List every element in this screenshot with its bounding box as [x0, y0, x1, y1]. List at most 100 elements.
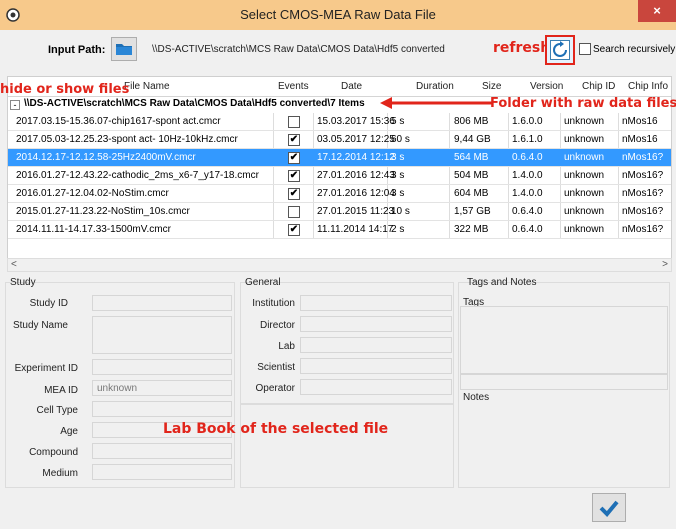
window-title: Select CMOS-MEA Raw Data File: [240, 7, 436, 22]
cell-version: 1.6.0.0: [512, 116, 543, 127]
cell-chip-id: unknown: [564, 116, 605, 127]
horizontal-scrollbar[interactable]: < >: [7, 258, 672, 272]
cell-date: 27.01.2016 12:04: [317, 188, 395, 199]
refresh-button[interactable]: [545, 35, 575, 65]
scientist-field[interactable]: [300, 358, 452, 374]
compound-field[interactable]: [92, 443, 232, 459]
cell-date: 27.01.2016 12:43: [317, 170, 395, 181]
lab-label: Lab: [278, 341, 295, 352]
cell-date: 11.11.2014 14:17: [317, 224, 394, 235]
table-row[interactable]: 2014.12.17-12.12.58-25Hz2400mV.cmcr 17.12…: [8, 149, 671, 167]
column-header-duration[interactable]: Duration: [416, 81, 454, 92]
cell-duration: 60 s: [391, 134, 410, 145]
column-header-date[interactable]: Date: [341, 81, 362, 92]
lab-field[interactable]: [300, 337, 452, 353]
cell-chip-info: nMos16?: [622, 152, 664, 163]
column-header-chip-id[interactable]: Chip ID: [582, 81, 615, 92]
study-id-label: Study ID: [29, 298, 68, 309]
cell-name: 2015.01.27-11.23.22-NoStim_10s.cmcr: [16, 206, 190, 217]
compound-label: Compound: [29, 447, 78, 458]
cell-size: 604 MB: [454, 188, 489, 199]
events-checkbox[interactable]: ✔: [288, 134, 300, 146]
folder-arrow-icon: [380, 97, 492, 109]
notes-field[interactable]: [460, 374, 668, 390]
experiment-id-field[interactable]: [92, 359, 232, 375]
column-header-version[interactable]: Version: [530, 81, 563, 92]
cell-name: 2014.11.11-14.17.33-1500mV.cmcr: [16, 224, 171, 235]
cell-chip-info: nMos16: [622, 116, 658, 127]
table-row[interactable]: 2016.01.27-12.04.02-NoStim.cmcr 27.01.201…: [8, 185, 671, 203]
input-path-value: \\DS-ACTIVE\scratch\MCS Raw Data\CMOS Da…: [152, 44, 445, 55]
cell-chip-info: nMos16?: [622, 224, 664, 235]
cell-size: 564 MB: [454, 152, 489, 163]
scroll-left-icon[interactable]: <: [11, 259, 17, 270]
director-label: Director: [259, 320, 295, 331]
cell-duration: 5 s: [391, 116, 405, 127]
general-lower-area: [240, 404, 454, 488]
column-header-file-name[interactable]: File Name: [124, 81, 170, 92]
title-bar: Select CMOS-MEA Raw Data File ×: [0, 0, 676, 30]
cell-name: 2016.01.27-12.04.02-NoStim.cmcr: [16, 188, 169, 199]
cell-chip-info: nMos16?: [622, 170, 664, 181]
browse-folder-button[interactable]: [111, 37, 137, 61]
director-field[interactable]: [300, 316, 452, 332]
cell-size: 322 MB: [454, 224, 489, 235]
cell-duration: 3 s: [391, 152, 405, 163]
cell-date: 03.05.2017 12:25: [317, 134, 395, 145]
tags-notes-title: Tags and Notes: [467, 277, 537, 288]
ok-button[interactable]: [592, 493, 626, 522]
table-row[interactable]: 2015.01.27-11.23.22-NoStim_10s.cmcr 27.01…: [8, 203, 671, 221]
close-button[interactable]: ×: [638, 0, 676, 22]
cell-chip-info: nMos16?: [622, 188, 664, 199]
study-group-title: Study: [10, 277, 36, 288]
cell-name: 2017.03.15-15.36.07-chip1617-spont act.c…: [16, 116, 221, 127]
tags-field[interactable]: [460, 306, 668, 374]
refresh-icon: [553, 41, 567, 57]
search-recursively-checkbox[interactable]: [579, 43, 591, 55]
events-checkbox[interactable]: ✔: [288, 188, 300, 200]
scroll-right-icon[interactable]: >: [662, 259, 668, 270]
cell-type-field[interactable]: [92, 401, 232, 417]
institution-field[interactable]: [300, 295, 452, 311]
medium-label: Medium: [42, 468, 78, 479]
column-header-size[interactable]: Size: [482, 81, 501, 92]
cell-version: 0.6.4.0: [512, 152, 543, 163]
table-row[interactable]: 2016.01.27-12.43.22-cathodic_2ms_x6-7_y1…: [8, 167, 671, 185]
cell-name: 2017.05.03-12.25.23-spont act- 10Hz-10kH…: [16, 134, 238, 145]
cell-chip-info: nMos16?: [622, 206, 664, 217]
column-header-events[interactable]: Events: [278, 81, 309, 92]
cell-chip-id: unknown: [564, 224, 605, 235]
events-checkbox[interactable]: ✔: [288, 170, 300, 182]
general-group-title: General: [245, 277, 281, 288]
cell-name: 2016.01.27-12.43.22-cathodic_2ms_x6-7_y1…: [16, 170, 259, 181]
column-header-chip-info[interactable]: Chip Info: [628, 81, 668, 92]
cell-date: 27.01.2015 11:23: [317, 206, 395, 217]
search-recursively-label: Search recursively: [593, 44, 676, 55]
medium-field[interactable]: [92, 464, 232, 480]
notes-label: Notes: [463, 392, 490, 403]
cell-duration: 10 s: [391, 206, 410, 217]
refresh-annotation: refresh: [493, 40, 551, 56]
study-name-label: Study Name: [12, 320, 68, 331]
events-checkbox[interactable]: ✔: [288, 224, 300, 236]
cell-chip-id: unknown: [564, 188, 605, 199]
operator-field[interactable]: [300, 379, 452, 395]
study-name-field[interactable]: [92, 316, 232, 354]
cell-size: 504 MB: [454, 170, 489, 181]
events-checkbox[interactable]: [288, 116, 300, 128]
mea-id-field[interactable]: unknown: [92, 380, 232, 396]
collapse-toggle[interactable]: -: [10, 100, 20, 110]
cell-size: 1,57 GB: [454, 206, 491, 217]
table-row[interactable]: 2017.05.03-12.25.23-spont act- 10Hz-10kH…: [8, 131, 671, 149]
cell-version: 0.6.4.0: [512, 206, 543, 217]
cell-size: 806 MB: [454, 116, 489, 127]
table-row[interactable]: 2017.03.15-15.36.07-chip1617-spont act.c…: [8, 113, 671, 131]
study-id-field[interactable]: [92, 295, 232, 311]
cell-version: 1.4.0.0: [512, 188, 543, 199]
events-checkbox[interactable]: [288, 206, 300, 218]
operator-label: Operator: [255, 383, 295, 394]
cell-name: 2014.12.17-12.12.58-25Hz2400mV.cmcr: [16, 152, 196, 163]
cell-chip-info: nMos16: [622, 134, 658, 145]
events-checkbox[interactable]: ✔: [288, 152, 300, 164]
table-row[interactable]: 2014.11.11-14.17.33-1500mV.cmcr 11.11.201…: [8, 221, 671, 239]
